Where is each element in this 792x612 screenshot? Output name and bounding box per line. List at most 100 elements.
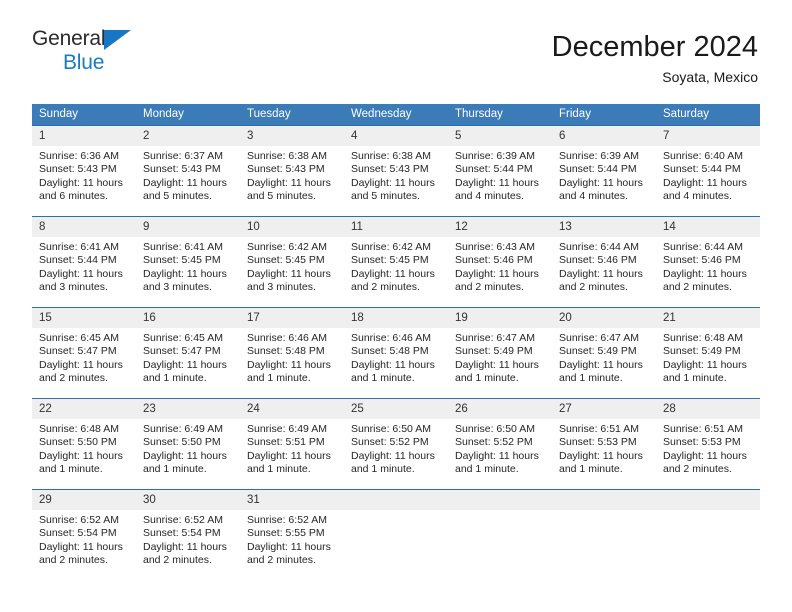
day-details: Sunrise: 6:50 AM Sunset: 5:52 PM Daylight:… <box>448 419 552 489</box>
calendar-day-cell[interactable]: 14 Sunrise: 6:44 AM Sunset: 5:46 PM Dayligh… <box>656 216 760 308</box>
day-details: Sunrise: 6:41 AM Sunset: 5:45 PM Daylight:… <box>136 237 240 307</box>
sunset-text: Sunset: 5:47 PM <box>39 345 117 358</box>
calendar-day-cell[interactable]: 10 Sunrise: 6:42 AM Sunset: 5:45 PM Dayligh… <box>240 216 344 308</box>
daylight-text: Daylight: 11 hours and 2 minutes. <box>559 267 643 294</box>
day-details: Sunrise: 6:36 AM Sunset: 5:43 PM Daylight:… <box>32 146 136 216</box>
day-details: Sunrise: 6:39 AM Sunset: 5:44 PM Daylight:… <box>552 146 656 216</box>
sunrise-text: Sunrise: 6:38 AM <box>247 150 327 162</box>
sunset-text: Sunset: 5:47 PM <box>143 345 221 358</box>
weekday-header-saturday: Saturday <box>656 104 760 126</box>
daylight-text: Daylight: 11 hours and 2 minutes. <box>39 358 123 385</box>
day-details: Sunrise: 6:44 AM Sunset: 5:46 PM Daylight:… <box>656 237 760 307</box>
sunrise-text: Sunrise: 6:51 AM <box>559 423 639 435</box>
daylight-text: Daylight: 11 hours and 3 minutes. <box>39 267 123 294</box>
calendar-day-cell[interactable]: 31 Sunrise: 6:52 AM Sunset: 5:55 PM Dayligh… <box>240 489 344 580</box>
day-number: 21 <box>656 308 760 328</box>
day-number: 24 <box>240 399 344 419</box>
calendar-day-cell[interactable]: 26 Sunrise: 6:50 AM Sunset: 5:52 PM Dayligh… <box>448 398 552 490</box>
calendar-week-row: 15 Sunrise: 6:45 AM Sunset: 5:47 PM Dayligh… <box>32 307 760 399</box>
calendar-day-cell[interactable]: 1 Sunrise: 6:36 AM Sunset: 5:43 PM Daylight… <box>32 125 136 217</box>
day-number: 25 <box>344 399 448 419</box>
calendar-day-cell[interactable]: 18 Sunrise: 6:46 AM Sunset: 5:48 PM Dayligh… <box>344 307 448 399</box>
sunset-text: Sunset: 5:52 PM <box>351 436 429 449</box>
calendar-day-cell[interactable]: 12 Sunrise: 6:43 AM Sunset: 5:46 PM Dayligh… <box>448 216 552 308</box>
calendar-day-cell[interactable]: 4 Sunrise: 6:38 AM Sunset: 5:43 PM Daylight… <box>344 125 448 217</box>
daylight-text: Daylight: 11 hours and 1 minute. <box>247 358 331 385</box>
calendar-day-cell[interactable]: 20 Sunrise: 6:47 AM Sunset: 5:49 PM Dayligh… <box>552 307 656 399</box>
sunrise-text: Sunrise: 6:48 AM <box>663 332 743 344</box>
sunset-text: Sunset: 5:55 PM <box>247 527 325 540</box>
day-number: 30 <box>136 490 240 510</box>
calendar-day-cell[interactable]: 30 Sunrise: 6:52 AM Sunset: 5:54 PM Dayligh… <box>136 489 240 580</box>
calendar-day-cell[interactable]: 25 Sunrise: 6:50 AM Sunset: 5:52 PM Dayligh… <box>344 398 448 490</box>
day-details: Sunrise: 6:44 AM Sunset: 5:46 PM Daylight:… <box>552 237 656 307</box>
day-number: 12 <box>448 217 552 237</box>
sunset-text: Sunset: 5:44 PM <box>39 254 117 267</box>
day-details: Sunrise: 6:51 AM Sunset: 5:53 PM Daylight:… <box>656 419 760 489</box>
sunrise-text: Sunrise: 6:43 AM <box>455 241 535 253</box>
sunrise-text: Sunrise: 6:48 AM <box>39 423 119 435</box>
sunrise-text: Sunrise: 6:47 AM <box>559 332 639 344</box>
day-details <box>344 510 448 580</box>
calendar-day-cell[interactable]: 5 Sunrise: 6:39 AM Sunset: 5:44 PM Daylight… <box>448 125 552 217</box>
daylight-text: Daylight: 11 hours and 5 minutes. <box>351 176 435 203</box>
calendar-cell-empty <box>448 489 552 580</box>
calendar-day-cell[interactable]: 8 Sunrise: 6:41 AM Sunset: 5:44 PM Daylight… <box>32 216 136 308</box>
day-details: Sunrise: 6:47 AM Sunset: 5:49 PM Daylight:… <box>552 328 656 398</box>
sunset-text: Sunset: 5:53 PM <box>663 436 741 449</box>
calendar-day-cell[interactable]: 22 Sunrise: 6:48 AM Sunset: 5:50 PM Dayligh… <box>32 398 136 490</box>
calendar-day-cell[interactable]: 2 Sunrise: 6:37 AM Sunset: 5:43 PM Daylight… <box>136 125 240 217</box>
sunrise-text: Sunrise: 6:42 AM <box>351 241 431 253</box>
sunset-text: Sunset: 5:50 PM <box>143 436 221 449</box>
calendar-day-cell[interactable]: 11 Sunrise: 6:42 AM Sunset: 5:45 PM Dayligh… <box>344 216 448 308</box>
daylight-text: Daylight: 11 hours and 5 minutes. <box>143 176 227 203</box>
calendar-day-cell[interactable]: 13 Sunrise: 6:44 AM Sunset: 5:46 PM Dayligh… <box>552 216 656 308</box>
sunrise-text: Sunrise: 6:45 AM <box>39 332 119 344</box>
calendar-day-cell[interactable]: 23 Sunrise: 6:49 AM Sunset: 5:50 PM Dayligh… <box>136 398 240 490</box>
sunrise-text: Sunrise: 6:41 AM <box>39 241 119 253</box>
sunset-text: Sunset: 5:48 PM <box>247 345 325 358</box>
day-number: 7 <box>656 126 760 146</box>
logo-text-blue: Blue <box>63 51 105 74</box>
calendar-day-cell[interactable]: 15 Sunrise: 6:45 AM Sunset: 5:47 PM Dayligh… <box>32 307 136 399</box>
day-details: Sunrise: 6:43 AM Sunset: 5:46 PM Daylight:… <box>448 237 552 307</box>
sunset-text: Sunset: 5:48 PM <box>351 345 429 358</box>
calendar-day-cell[interactable]: 7 Sunrise: 6:40 AM Sunset: 5:44 PM Daylight… <box>656 125 760 217</box>
calendar-day-cell[interactable]: 29 Sunrise: 6:52 AM Sunset: 5:54 PM Dayligh… <box>32 489 136 580</box>
weekday-header-sunday: Sunday <box>32 104 136 126</box>
calendar-day-cell[interactable]: 3 Sunrise: 6:38 AM Sunset: 5:43 PM Daylight… <box>240 125 344 217</box>
day-number: 17 <box>240 308 344 328</box>
sunset-text: Sunset: 5:51 PM <box>247 436 325 449</box>
sunset-text: Sunset: 5:45 PM <box>351 254 429 267</box>
calendar-day-cell[interactable]: 16 Sunrise: 6:45 AM Sunset: 5:47 PM Dayligh… <box>136 307 240 399</box>
day-number: 18 <box>344 308 448 328</box>
sunrise-text: Sunrise: 6:44 AM <box>559 241 639 253</box>
day-number: 15 <box>32 308 136 328</box>
calendar-day-cell[interactable]: 21 Sunrise: 6:48 AM Sunset: 5:49 PM Dayligh… <box>656 307 760 399</box>
daylight-text: Daylight: 11 hours and 4 minutes. <box>663 176 747 203</box>
day-number <box>656 490 760 510</box>
day-details <box>448 510 552 580</box>
sunrise-text: Sunrise: 6:49 AM <box>143 423 223 435</box>
calendar-day-cell[interactable]: 28 Sunrise: 6:51 AM Sunset: 5:53 PM Dayligh… <box>656 398 760 490</box>
weekday-header-tuesday: Tuesday <box>240 104 344 126</box>
sunset-text: Sunset: 5:54 PM <box>143 527 221 540</box>
calendar-day-cell[interactable]: 19 Sunrise: 6:47 AM Sunset: 5:49 PM Dayligh… <box>448 307 552 399</box>
sunrise-text: Sunrise: 6:52 AM <box>39 514 119 526</box>
calendar-table: Sunday Monday Tuesday Wednesday Thursday Frid… <box>32 104 760 580</box>
calendar-week-row: 8 Sunrise: 6:41 AM Sunset: 5:44 PM Daylight… <box>32 216 760 308</box>
sunrise-text: Sunrise: 6:37 AM <box>143 150 223 162</box>
calendar-day-cell[interactable]: 17 Sunrise: 6:46 AM Sunset: 5:48 PM Dayligh… <box>240 307 344 399</box>
calendar-cell-empty <box>656 489 760 580</box>
daylight-text: Daylight: 11 hours and 4 minutes. <box>559 176 643 203</box>
calendar-day-cell[interactable]: 27 Sunrise: 6:51 AM Sunset: 5:53 PM Dayligh… <box>552 398 656 490</box>
daylight-text: Daylight: 11 hours and 2 minutes. <box>39 540 123 567</box>
calendar-head: Sunday Monday Tuesday Wednesday Thursday Frid… <box>32 104 760 126</box>
day-details: Sunrise: 6:40 AM Sunset: 5:44 PM Daylight:… <box>656 146 760 216</box>
day-number: 1 <box>32 126 136 146</box>
sunrise-text: Sunrise: 6:39 AM <box>559 150 639 162</box>
calendar-day-cell[interactable]: 24 Sunrise: 6:49 AM Sunset: 5:51 PM Dayligh… <box>240 398 344 490</box>
calendar-day-cell[interactable]: 9 Sunrise: 6:41 AM Sunset: 5:45 PM Daylight… <box>136 216 240 308</box>
calendar-day-cell[interactable]: 6 Sunrise: 6:39 AM Sunset: 5:44 PM Daylight… <box>552 125 656 217</box>
sunset-text: Sunset: 5:45 PM <box>143 254 221 267</box>
